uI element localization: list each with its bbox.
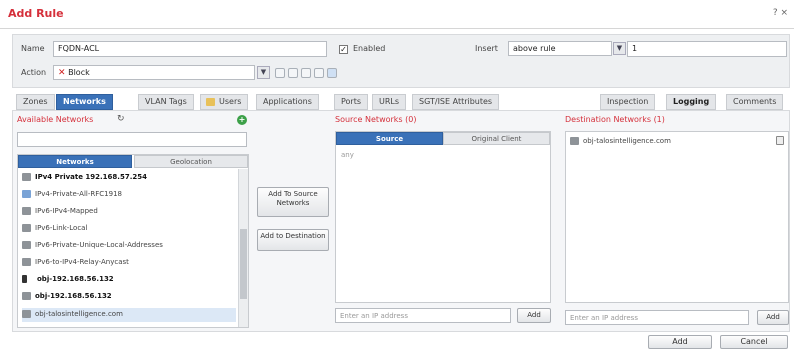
network-group-icon (22, 190, 31, 198)
action-label: Action (21, 68, 47, 77)
intrusion-policy-icon[interactable] (275, 68, 285, 78)
tab-vlan-tags[interactable]: VLAN Tags (138, 94, 194, 110)
list-item[interactable]: IPv4-Private-All-RFC1918 (22, 188, 122, 202)
network-object-icon (22, 292, 31, 300)
tab-sgt-ise-attributes[interactable]: SGT/ISE Attributes (412, 94, 500, 110)
window-controls[interactable]: ? × (773, 8, 788, 18)
insert-rule-number-field[interactable]: 1 (627, 41, 787, 57)
available-search-input[interactable] (17, 132, 247, 147)
list-item-label: obj-192.168.56.132 (35, 292, 112, 300)
list-item-label: IPv6-Link-Local (35, 224, 88, 232)
source-add-button[interactable]: Add (517, 308, 551, 323)
list-item-label: IPv4-Private-All-RFC1918 (35, 190, 122, 198)
network-object-icon (22, 173, 31, 181)
variable-set-icon[interactable] (288, 68, 298, 78)
networks-content: Available Networks ↻ + Networks Geolocat… (12, 110, 790, 332)
list-item-label: IPv6-Private-Unique-Local-Addresses (35, 241, 163, 249)
comment-icon[interactable] (327, 68, 337, 78)
action-value: Block (68, 68, 90, 77)
network-object-icon (22, 241, 31, 249)
list-item[interactable]: IPv6-Private-Unique-Local-Addresses (22, 239, 163, 253)
chevron-down-icon[interactable]: ▼ (257, 66, 270, 79)
tab-ports[interactable]: Ports (334, 94, 369, 110)
list-item[interactable]: IPv4 Private 192.168.57.254 (22, 171, 147, 185)
list-item-label: IPv4 Private 192.168.57.254 (35, 173, 147, 181)
add-button[interactable]: Add (648, 335, 712, 349)
subtab-networks[interactable]: Networks (18, 155, 132, 168)
tab-applications[interactable]: Applications (256, 94, 319, 110)
any-placeholder: any (341, 151, 354, 159)
insert-select[interactable]: above rule (508, 41, 612, 56)
scrollbar[interactable] (238, 169, 248, 327)
subtab-source[interactable]: Source (336, 132, 443, 145)
tab-networks[interactable]: Networks (56, 94, 113, 110)
list-item[interactable]: IPv6-Link-Local (22, 222, 87, 236)
tab-urls[interactable]: URLs (372, 94, 407, 110)
network-object-icon (22, 310, 31, 318)
list-item-label: obj-talosintelligence.com (583, 137, 671, 145)
tab-zones[interactable]: Zones (16, 94, 55, 110)
source-networks-title: Source Networks (0) (335, 115, 417, 124)
list-item-label: obj-192.168.56.132 (37, 275, 114, 283)
network-object-icon (570, 137, 579, 145)
source-ip-placeholder: Enter an IP address (340, 312, 408, 320)
available-networks-title: Available Networks (17, 115, 94, 124)
chevron-down-icon[interactable]: ▼ (613, 42, 626, 55)
list-item-label: obj-talosintelligence.com (35, 310, 123, 318)
tab-inspection[interactable]: Inspection (600, 94, 656, 110)
network-object-icon (22, 207, 31, 215)
subtab-original-client[interactable]: Original Client (443, 132, 550, 145)
destination-ip-placeholder: Enter an IP address (570, 314, 638, 322)
title-divider (0, 28, 794, 29)
network-object-icon (22, 258, 31, 266)
available-networks-list: Networks Geolocation IPv4 Private 192.16… (17, 154, 249, 328)
enabled-label: Enabled (353, 44, 386, 53)
list-item[interactable]: obj-192.168.56.132 (22, 273, 114, 287)
block-icon: ✕ (58, 68, 66, 78)
tab-logging[interactable]: Logging (666, 94, 717, 110)
list-item-selected[interactable]: obj-talosintelligence.com (22, 308, 236, 322)
scrollbar-thumb[interactable] (240, 229, 247, 299)
enabled-checkbox[interactable]: ✓ (339, 45, 348, 54)
list-item[interactable]: obj-192.168.56.132 (22, 290, 112, 304)
list-item[interactable]: obj-talosintelligence.com (570, 135, 671, 149)
delete-icon[interactable] (776, 136, 784, 145)
refresh-icon[interactable]: ↻ (117, 114, 125, 124)
source-ip-input[interactable]: Enter an IP address (335, 308, 511, 323)
add-to-source-button[interactable]: Add To Source Networks (257, 187, 329, 217)
add-green-icon[interactable]: + (237, 115, 247, 125)
add-to-destination-button[interactable]: Add to Destination (257, 229, 329, 251)
list-item-label: IPv6-to-IPv4-Relay-Anycast (35, 258, 129, 266)
logging-icon[interactable] (314, 68, 324, 78)
dialog-title: Add Rule (8, 7, 64, 20)
network-object-icon (22, 224, 31, 232)
destination-ip-input[interactable]: Enter an IP address (565, 310, 749, 325)
destination-add-button[interactable]: Add (757, 310, 789, 325)
file-policy-icon[interactable] (301, 68, 311, 78)
name-field[interactable]: FQDN-ACL (53, 41, 327, 57)
destination-networks-title: Destination Networks (1) (565, 115, 665, 124)
name-label: Name (21, 44, 45, 53)
insert-label: Insert (475, 44, 498, 53)
list-item[interactable]: IPv6-to-IPv4-Relay-Anycast (22, 256, 129, 270)
action-select[interactable]: ✕ Block (53, 65, 255, 80)
tab-users[interactable]: Users (200, 94, 249, 110)
rule-form-panel: Name FQDN-ACL ✓ Enabled Insert above rul… (12, 34, 790, 88)
destination-networks-list: obj-talosintelligence.com (565, 131, 789, 303)
tab-users-label: Users (219, 97, 242, 106)
cancel-button[interactable]: Cancel (720, 335, 788, 349)
host-icon (22, 275, 27, 283)
list-item-label: IPv6-IPv4-Mapped (35, 207, 98, 215)
tab-comments[interactable]: Comments (726, 94, 784, 110)
list-item[interactable]: IPv6-IPv4-Mapped (22, 205, 98, 219)
source-networks-list: Source Original Client any (335, 131, 551, 303)
subtab-geolocation[interactable]: Geolocation (134, 155, 248, 168)
folder-icon (206, 98, 215, 106)
